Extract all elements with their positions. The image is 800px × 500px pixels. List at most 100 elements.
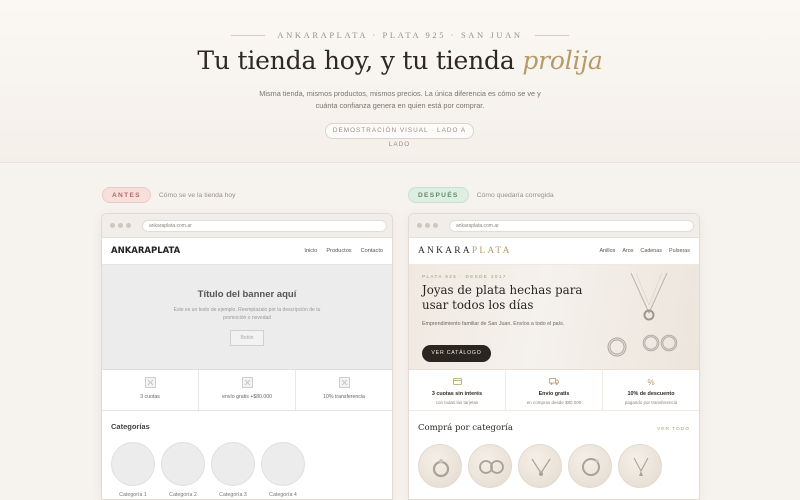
- bracelet-icon: [582, 458, 600, 476]
- after-nav-links: Anillos Aros Cadenas Pulseras: [599, 248, 690, 254]
- after-caption: Cómo quedaría corregida: [476, 191, 554, 199]
- category-label: Categoría 2: [169, 492, 197, 498]
- url-bar[interactable]: ankaraplata.com.ar: [142, 219, 387, 232]
- category-bracelet[interactable]: [568, 444, 612, 488]
- window-dot: [118, 223, 123, 228]
- hero-section: ANKARAPLATA · PLATA 925 · SAN JUAN Tu ti…: [0, 0, 800, 163]
- after-banner-title: Joyas de plata hechas para usar todos lo…: [422, 283, 583, 312]
- earrings-icon: [479, 460, 504, 474]
- before-banner-title: Título del banner aquí: [197, 289, 297, 300]
- before-nav-links: Inicio Productos Contacto: [304, 248, 383, 254]
- category-necklace[interactable]: [518, 444, 562, 488]
- window-dot: [417, 223, 422, 228]
- after-feature-sub: pagando por transferencia: [624, 400, 678, 405]
- nav-link-anillos[interactable]: Anillos: [599, 248, 615, 254]
- nav-link-contacto[interactable]: Contacto: [361, 248, 383, 254]
- category-label: Categoría 1: [119, 492, 147, 498]
- browser-chrome: ankaraplata.com.ar: [102, 214, 392, 238]
- window-dot: [126, 223, 131, 228]
- before-feature: envío gratis +$80.000: [199, 370, 296, 410]
- nav-link-pulseras[interactable]: Pulseras: [669, 248, 690, 254]
- before-categories: Categoría 1 Categoría 2 Categoría 3 Cate…: [111, 442, 392, 498]
- before-logo[interactable]: ANKARAPLATA: [111, 246, 180, 256]
- before-banner-text: Este es un texto de ejemplo. Reemplazalo…: [173, 307, 321, 321]
- nav-link-inicio[interactable]: Inicio: [304, 248, 317, 254]
- card-icon: [409, 378, 505, 388]
- placeholder-image-icon: [338, 377, 350, 388]
- url-bar[interactable]: ankaraplata.com.ar: [449, 219, 694, 232]
- before-categories-title: Categorías: [111, 422, 150, 431]
- after-logo[interactable]: ANKARAPLATA: [418, 246, 512, 256]
- window-dot: [425, 223, 430, 228]
- category-pendant[interactable]: [618, 444, 662, 488]
- demo-pill: DEMOSTRACIÓN VISUAL · LADO A LADO: [325, 123, 474, 148]
- before-navbar: ANKARAPLATA Inicio Productos Contacto: [102, 238, 392, 265]
- nav-link-cadenas[interactable]: Cadenas: [640, 248, 662, 254]
- after-navbar: ANKARAPLATA Anillos Aros Cadenas Pulsera…: [409, 238, 699, 265]
- after-feature-title: 3 cuotas sin interés: [431, 391, 483, 397]
- ring-icon: [432, 459, 450, 478]
- after-feature-title: Envío gratis: [538, 391, 570, 397]
- hero-subtitle: Misma tienda, mismos productos, mismos p…: [259, 89, 541, 110]
- window-dot: [110, 223, 115, 228]
- category-placeholder-image: [111, 442, 155, 486]
- before-tag-row: ANTES Cómo se ve la tienda hoy: [102, 187, 236, 203]
- hero-title-main: Tu tienda hoy, y tu tienda: [197, 46, 523, 75]
- before-tag: ANTES: [102, 187, 151, 203]
- after-banner: PLATA 925 · DESDE 2017 Joyas de plata he…: [409, 265, 699, 370]
- jewelry-product-image: [607, 272, 678, 357]
- before-browser-window: ankaraplata.com.ar ANKARAPLATA Inicio Pr…: [101, 213, 393, 500]
- necklace-icon: [531, 458, 551, 476]
- after-categories: [418, 444, 699, 488]
- eyebrow-line-left: [231, 34, 266, 36]
- after-tag: DESPUÉS: [408, 187, 469, 203]
- pendant-icon: [633, 457, 649, 476]
- before-category-item[interactable]: Categoría 4: [261, 442, 305, 498]
- after-banner-text: Emprendimiento familiar de San Juan. Env…: [422, 321, 565, 327]
- after-categories-header: Comprá por categoría VER TODO: [418, 423, 690, 433]
- after-banner-eyebrow: PLATA 925 · DESDE 2017: [422, 274, 507, 279]
- hero-eyebrow-text: ANKARAPLATA · PLATA 925 · SAN JUAN: [277, 30, 523, 40]
- before-category-item[interactable]: Categoría 2: [161, 442, 205, 498]
- after-features: 3 cuotas sin interés con todas las tarje…: [409, 370, 699, 411]
- hero-eyebrow: ANKARAPLATA · PLATA 925 · SAN JUAN: [0, 30, 800, 40]
- logo-part-2: PLATA: [471, 246, 512, 256]
- percent-icon: %: [647, 378, 655, 387]
- after-feature-sub: con todas las tarjetas: [435, 400, 479, 405]
- nav-link-aros[interactable]: Aros: [622, 248, 633, 254]
- category-placeholder-image: [161, 442, 205, 486]
- browser-chrome: ankaraplata.com.ar: [409, 214, 699, 238]
- before-feature-label: envío gratis +$80.000: [221, 394, 273, 400]
- window-dot: [433, 223, 438, 228]
- before-caption: Cómo se ve la tienda hoy: [158, 191, 236, 199]
- category-label: Categoría 3: [219, 492, 247, 498]
- before-category-item[interactable]: Categoría 1: [111, 442, 155, 498]
- ver-catalogo-button[interactable]: VER CATÁLOGO: [422, 345, 491, 362]
- category-earrings[interactable]: [468, 444, 512, 488]
- before-feature: 3 cuotas: [102, 370, 199, 410]
- nav-link-productos[interactable]: Productos: [326, 248, 351, 254]
- before-features: 3 cuotas envío gratis +$80.000 10% trans…: [102, 370, 392, 411]
- ver-todo-link[interactable]: VER TODO: [657, 427, 690, 432]
- truck-icon: [506, 378, 602, 388]
- after-feature: 3 cuotas sin interés con todas las tarje…: [409, 370, 506, 410]
- hero-title: Tu tienda hoy, y tu tienda prolija: [0, 46, 800, 75]
- before-banner-button[interactable]: Botón: [230, 330, 264, 346]
- category-placeholder-image: [211, 442, 255, 486]
- placeholder-image-icon: [144, 377, 156, 388]
- before-feature: 10% transferencia: [296, 370, 392, 410]
- after-feature-sub: en compras desde $80.000: [526, 400, 582, 405]
- eyebrow-line-right: [534, 34, 569, 36]
- before-feature-label: 3 cuotas: [140, 394, 160, 400]
- placeholder-image-icon: [241, 377, 253, 388]
- logo-part-1: ANKARA: [418, 246, 472, 256]
- category-placeholder-image: [261, 442, 305, 486]
- category-ring[interactable]: [418, 444, 462, 488]
- after-tag-row: DESPUÉS Cómo quedaría corregida: [408, 187, 554, 203]
- after-categories-title: Comprá por categoría: [418, 423, 513, 433]
- category-label: Categoría 4: [269, 492, 297, 498]
- before-category-item[interactable]: Categoría 3: [211, 442, 255, 498]
- after-browser-window: ankaraplata.com.ar ANKARAPLATA Anillos A…: [408, 213, 700, 500]
- before-feature-label: 10% transferencia: [323, 394, 365, 400]
- before-banner: Título del banner aquí Este es un texto …: [102, 265, 392, 370]
